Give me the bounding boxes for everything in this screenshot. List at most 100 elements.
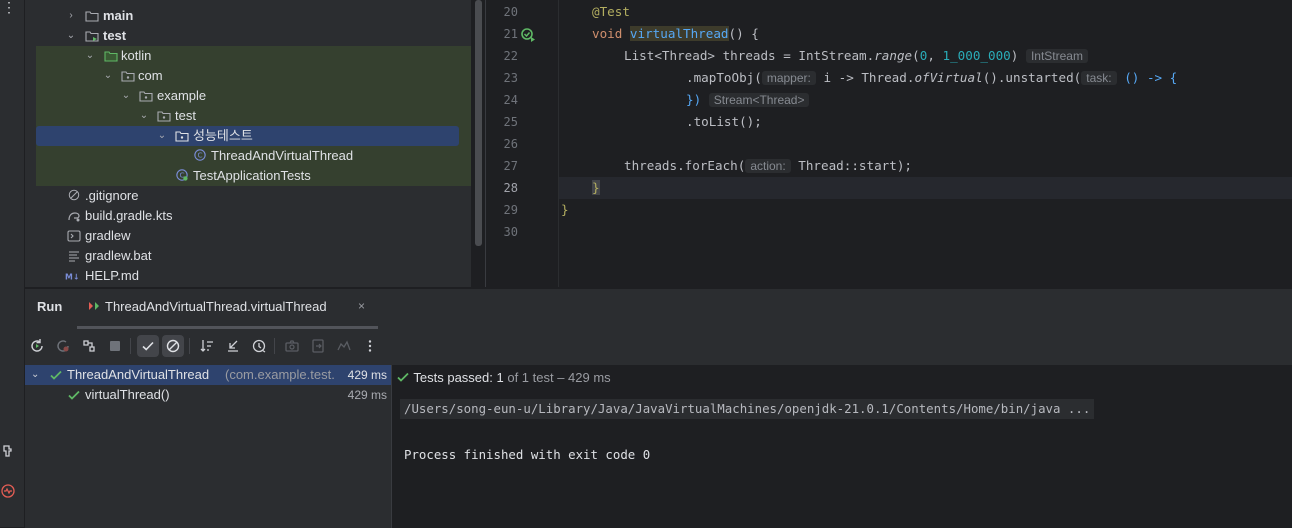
tree-item-test[interactable]: ⌄ test (25, 26, 471, 46)
tree-item-main[interactable]: › main (25, 6, 471, 26)
tree-item-test-app[interactable]: C TestApplicationTests (25, 166, 471, 186)
package-icon (139, 91, 153, 102)
stop-button[interactable] (104, 335, 126, 357)
rerun-icon (31, 339, 43, 352)
project-tree: › main ⌄ test ⌄ kotlin ⌄ com ⌄ example ⌄… (25, 0, 471, 287)
tree-item-label: build.gradle.kts (85, 208, 173, 223)
test-duration: 429 ms (347, 388, 387, 402)
line-number: 20 (503, 5, 518, 19)
line-number: 30 (503, 225, 518, 239)
tree-item-perf-test[interactable]: ⌄ 성능테스트 (36, 126, 459, 146)
code-text: .toList(); (686, 114, 762, 129)
chevron-down-icon[interactable]: ⌄ (138, 106, 150, 126)
test-folder-icon (85, 31, 99, 42)
annotation: @Test (592, 4, 630, 19)
tree-item-com[interactable]: ⌄ com (25, 66, 471, 86)
stop-icon (110, 341, 120, 351)
tree-item-label: .gitignore (85, 188, 139, 203)
code-text: ofVirtual (914, 70, 983, 85)
type-hint: Stream<Thread> (708, 93, 810, 107)
tree-item-thread-class[interactable]: C ThreadAndVirtualThread (25, 146, 471, 166)
more-icon[interactable]: ⋮ (2, 0, 16, 14)
toggle-auto-test-button[interactable] (78, 335, 100, 357)
test-package-label: (com.example.test. (225, 367, 335, 382)
line-number: 24 (503, 93, 518, 107)
code-line-22: List<Thread> threads = IntStream.range(0… (624, 45, 1088, 67)
tree-item-gradlew[interactable]: gradlew (25, 226, 471, 246)
chevron-down-icon[interactable]: ⌄ (84, 46, 96, 66)
code-text: .mapToObj( (686, 70, 762, 85)
history-button[interactable] (248, 335, 270, 357)
tree-item-example[interactable]: ⌄ example (25, 86, 471, 106)
test-class-label: ThreadAndVirtualThread (67, 367, 210, 382)
code-editor[interactable]: 20 21 22 23 24 25 26 27 28 29 30 @Test v… (486, 0, 1292, 287)
test-result-root[interactable]: ⌄ ThreadAndVirtualThread (com.example.te… (25, 365, 391, 385)
line-number: 23 (503, 71, 518, 85)
more-options-button[interactable] (359, 335, 381, 357)
class-icon: C (194, 149, 206, 161)
coverage-button[interactable] (333, 335, 355, 357)
export-icon (312, 339, 324, 353)
tree-item-test-package[interactable]: ⌄ test (25, 106, 471, 126)
code-text: ( (912, 48, 920, 63)
code-text: List<Thread> threads = IntStream. (624, 48, 875, 63)
package-icon (121, 71, 135, 82)
code-text: } (561, 202, 569, 217)
run-test-gutter-icon[interactable] (520, 27, 536, 43)
chevron-down-icon[interactable]: ⌄ (120, 86, 132, 106)
close-icon[interactable]: × (358, 299, 365, 313)
import-icon (228, 340, 238, 352)
chevron-down-icon[interactable]: ⌄ (65, 26, 77, 46)
sort-icon (200, 340, 213, 352)
tests-passed-summary: Tests passed: 1 of 1 test – 429 ms (396, 369, 611, 387)
left-tool-strip: ⋮ (0, 0, 25, 527)
export-button[interactable] (307, 335, 329, 357)
line-number: 29 (503, 203, 518, 217)
import-tests-button[interactable] (222, 335, 244, 357)
param-hint: action: (745, 159, 791, 173)
plug-icon[interactable] (1, 444, 15, 458)
code-line-20: @Test (592, 1, 630, 23)
sort-button[interactable] (196, 335, 218, 357)
code-text: i -> Thread. (815, 70, 915, 85)
tree-item-label: kotlin (121, 48, 152, 63)
rerun-button[interactable] (26, 335, 48, 357)
code-line-29: } (561, 199, 569, 221)
svg-text:M↓: M↓ (65, 273, 79, 282)
screenshot-button[interactable] (281, 335, 303, 357)
tree-item-build-gradle[interactable]: build.gradle.kts (25, 206, 471, 226)
gitignore-icon (68, 189, 80, 201)
rerun-failed-button[interactable] (52, 335, 74, 357)
tree-item-label: ThreadAndVirtualThread (211, 148, 354, 163)
chevron-down-icon[interactable]: ⌄ (156, 126, 168, 146)
param-hint: mapper: (761, 71, 816, 85)
type-hint: IntStream (1025, 49, 1088, 63)
auto-test-icon (83, 340, 95, 352)
run-panel-title[interactable]: Run (37, 299, 62, 314)
tree-item-gitignore[interactable]: .gitignore (25, 186, 471, 206)
console-output[interactable]: Tests passed: 1 of 1 test – 429 ms /User… (392, 365, 1292, 528)
code-line-21: void virtualThread() { (592, 23, 759, 45)
tree-item-gradlew-bat[interactable]: gradlew.bat (25, 246, 471, 266)
test-method-label: virtualThread() (85, 387, 170, 402)
current-line-highlight (559, 177, 1292, 199)
java-command-line[interactable]: /Users/song-eun-u/Library/Java/JavaVirtu… (400, 399, 1095, 419)
tree-item-label: gradlew.bat (85, 248, 152, 263)
toolbar-separator (130, 338, 131, 354)
folder-icon (85, 11, 99, 22)
show-ignored-toggle[interactable] (162, 335, 184, 357)
chevron-right-icon[interactable]: › (65, 6, 77, 26)
chevron-down-icon[interactable]: ⌄ (31, 365, 39, 385)
show-passed-toggle[interactable] (137, 335, 159, 357)
problems-icon[interactable] (1, 484, 15, 498)
code-text: threads.forEach( (624, 158, 746, 173)
run-toolbar (25, 335, 1292, 359)
tree-item-kotlin[interactable]: ⌄ kotlin (25, 46, 471, 66)
tab-run-config[interactable]: ThreadAndVirtualThread.virtualThread (87, 299, 327, 314)
test-result-child[interactable]: virtualThread() 429 ms (25, 385, 391, 405)
tree-item-help-md[interactable]: M↓ HELP.md (25, 266, 471, 286)
chevron-down-icon[interactable]: ⌄ (102, 66, 114, 86)
code-line-25: .toList(); (686, 111, 762, 133)
toolbar-separator (274, 338, 275, 354)
tree-scrollbar[interactable] (475, 0, 482, 246)
